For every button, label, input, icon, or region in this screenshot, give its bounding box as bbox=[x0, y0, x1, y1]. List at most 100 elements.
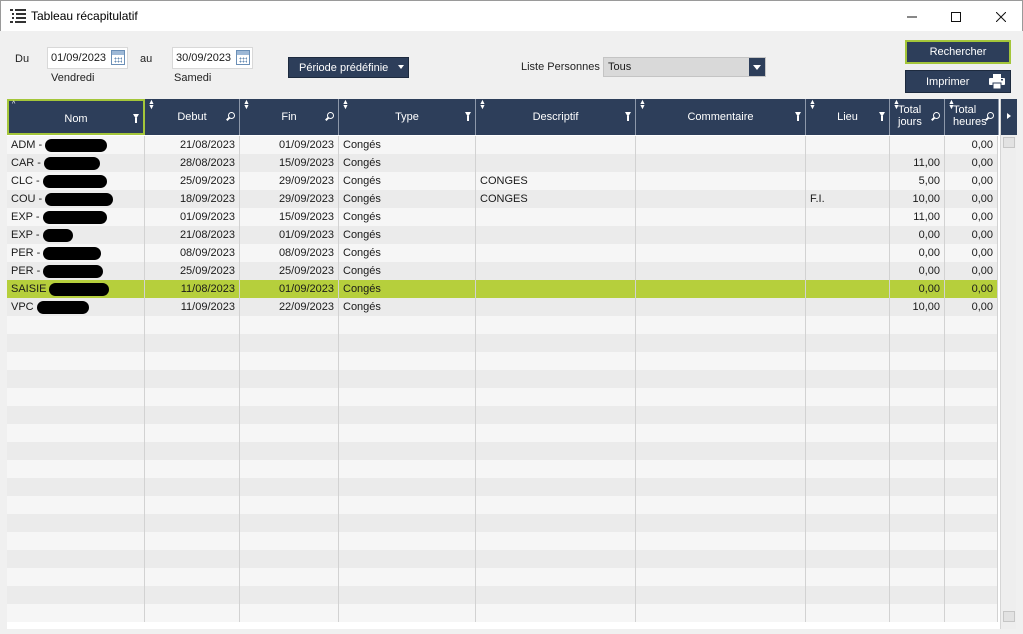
table-row[interactable] bbox=[7, 478, 998, 496]
cell-fin bbox=[240, 478, 339, 496]
filter-icon[interactable] bbox=[879, 112, 885, 121]
table-row[interactable]: CLC - 25/09/2023 29/09/2023 Congés CONGES 5,0… bbox=[7, 172, 998, 190]
column-header-fin[interactable]: ▲ ▼ Fin bbox=[240, 99, 339, 135]
cell-type bbox=[339, 496, 476, 514]
column-header-commentaire[interactable]: ▲ ▼ Commentaire bbox=[636, 99, 806, 135]
cell-debut: 21/08/2023 bbox=[145, 226, 240, 244]
cell-text: VPC bbox=[11, 301, 34, 313]
filter-icon[interactable] bbox=[465, 112, 471, 121]
date-to-input[interactable]: 30/09/2023 bbox=[172, 47, 253, 69]
magnifier-icon[interactable] bbox=[933, 112, 940, 119]
date-from-input[interactable]: 01/09/2023 bbox=[47, 47, 128, 69]
column-header-lieu[interactable]: ▲ ▼ Lieu bbox=[806, 99, 890, 135]
cell-fin: 29/09/2023 bbox=[240, 172, 339, 190]
table-row[interactable] bbox=[7, 586, 998, 604]
table-row[interactable]: COU - 18/09/2023 29/09/2023 Congés CONGES F.I… bbox=[7, 190, 998, 208]
cell-descriptif bbox=[476, 262, 636, 280]
dropdown-caret-icon bbox=[398, 65, 404, 69]
cell-commentaire bbox=[636, 532, 806, 550]
table-row[interactable] bbox=[7, 550, 998, 568]
print-button[interactable]: Imprimer bbox=[905, 70, 1011, 93]
calendar-icon[interactable] bbox=[111, 50, 125, 65]
table-row[interactable]: SAISIE 11/08/2023 01/09/2023 Congés 0,00 0,00 bbox=[7, 280, 998, 298]
scroll-down-button[interactable] bbox=[1003, 611, 1015, 622]
cell-debut bbox=[145, 316, 240, 334]
cell-fin bbox=[240, 316, 339, 334]
column-header-label: Commentaire bbox=[687, 111, 754, 123]
cell-debut: 25/09/2023 bbox=[145, 172, 240, 190]
magnifier-icon[interactable] bbox=[228, 112, 235, 119]
close-button[interactable] bbox=[978, 1, 1023, 32]
table-row[interactable] bbox=[7, 442, 998, 460]
filter-icon[interactable] bbox=[133, 114, 139, 123]
cell-descriptif bbox=[476, 352, 636, 370]
calendar-icon[interactable] bbox=[236, 50, 250, 65]
vertical-scrollbar[interactable] bbox=[1000, 99, 1017, 629]
cell-nom: SAISIE bbox=[7, 280, 145, 298]
predefined-period-button[interactable]: Période prédéfinie bbox=[288, 57, 409, 78]
table-row[interactable] bbox=[7, 334, 998, 352]
search-button[interactable]: Rechercher bbox=[905, 40, 1011, 64]
dropdown-caret-icon[interactable] bbox=[749, 58, 765, 76]
table-row[interactable]: PER - 08/09/2023 08/09/2023 Congés 0,00 0,00 bbox=[7, 244, 998, 262]
cell-type bbox=[339, 424, 476, 442]
cell-commentaire bbox=[636, 406, 806, 424]
cell-lieu bbox=[806, 496, 890, 514]
predefined-period-label: Période prédéfinie bbox=[299, 61, 389, 74]
table-row[interactable]: VPC 11/09/2023 22/09/2023 Congés 10,00 0,00 bbox=[7, 298, 998, 316]
column-header-type[interactable]: ▲ ▼ Type bbox=[339, 99, 476, 135]
cell-debut: 21/08/2023 bbox=[145, 136, 240, 154]
table-row[interactable]: CAR - 28/08/2023 15/09/2023 Congés 11,00 0,00 bbox=[7, 154, 998, 172]
column-header-debut[interactable]: ▲ ▼ Debut bbox=[145, 99, 240, 135]
magnifier-icon[interactable] bbox=[987, 112, 994, 119]
table-row[interactable] bbox=[7, 406, 998, 424]
cell-fin bbox=[240, 514, 339, 532]
cell-heures bbox=[945, 478, 998, 496]
cell-fin: 01/09/2023 bbox=[240, 280, 339, 298]
table-row[interactable] bbox=[7, 532, 998, 550]
table-row[interactable] bbox=[7, 496, 998, 514]
column-scroll-right-button[interactable] bbox=[1001, 99, 1017, 135]
cell-text: 0,00 bbox=[971, 229, 993, 241]
table-row[interactable]: ADM - 21/08/2023 01/09/2023 Congés 0,00 bbox=[7, 136, 998, 154]
table-row[interactable]: EXP - 21/08/2023 01/09/2023 Congés 0,00 0,00 bbox=[7, 226, 998, 244]
table-row[interactable] bbox=[7, 370, 998, 388]
table-row[interactable] bbox=[7, 568, 998, 586]
table-row[interactable]: EXP - 01/09/2023 15/09/2023 Congés 11,00 0,00 bbox=[7, 208, 998, 226]
cell-descriptif bbox=[476, 442, 636, 460]
du-label: Du bbox=[15, 53, 30, 65]
sort-arrows-icon: ▲ ▼ bbox=[243, 99, 250, 111]
minimize-button[interactable] bbox=[889, 1, 935, 32]
cell-text: CAR - bbox=[11, 157, 41, 169]
maximize-button[interactable] bbox=[933, 1, 979, 32]
column-header-nom[interactable]: ^ Nom bbox=[7, 99, 145, 135]
table-row[interactable] bbox=[7, 460, 998, 478]
filter-icon[interactable] bbox=[625, 112, 631, 121]
table-row[interactable]: PER - 25/09/2023 25/09/2023 Congés 0,00 0,00 bbox=[7, 262, 998, 280]
redacted-name bbox=[49, 282, 110, 296]
table-row[interactable] bbox=[7, 604, 998, 622]
column-header-descriptif[interactable]: ▲ ▼ Descriptif bbox=[476, 99, 636, 135]
cell-heures bbox=[945, 532, 998, 550]
cell-type bbox=[339, 550, 476, 568]
table-row[interactable] bbox=[7, 424, 998, 442]
cell-nom bbox=[7, 550, 145, 568]
table-row[interactable] bbox=[7, 514, 998, 532]
cell-type: Congés bbox=[339, 154, 476, 172]
cell-type bbox=[339, 334, 476, 352]
cell-fin bbox=[240, 406, 339, 424]
cell-type bbox=[339, 316, 476, 334]
cell-descriptif: CONGES bbox=[476, 172, 636, 190]
magnifier-icon[interactable] bbox=[327, 112, 334, 119]
cell-fin bbox=[240, 550, 339, 568]
table-row[interactable] bbox=[7, 316, 998, 334]
column-header-total-heures[interactable]: ▲ ▼ Total heures bbox=[945, 99, 999, 135]
scroll-up-button[interactable] bbox=[1003, 137, 1015, 148]
table-row[interactable] bbox=[7, 352, 998, 370]
filter-icon[interactable] bbox=[795, 112, 801, 121]
column-header-total-jours[interactable]: ▲ ▼ Total jours bbox=[890, 99, 945, 135]
cell-jours bbox=[890, 478, 945, 496]
liste-personnes-select[interactable]: Tous bbox=[603, 57, 766, 77]
table-row[interactable] bbox=[7, 388, 998, 406]
cell-nom bbox=[7, 442, 145, 460]
